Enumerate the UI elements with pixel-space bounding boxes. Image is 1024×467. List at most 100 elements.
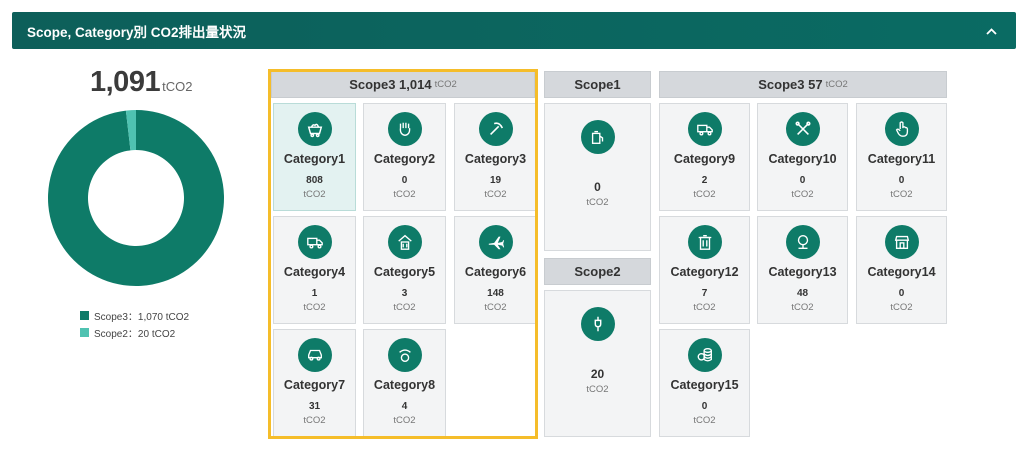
legend-item-scope2: Scope2：20 tCO2: [80, 324, 189, 341]
category-tile-10[interactable]: Category10 0 tCO2: [757, 103, 848, 211]
legend-swatch-scope2: [80, 328, 89, 337]
shop-icon: [884, 225, 919, 259]
category-tile-14[interactable]: Category14 0 tCO2: [856, 216, 947, 324]
group-title: Scope3 57: [758, 77, 823, 92]
panel-title: Scope, Category別 CO2排出量状況: [27, 24, 247, 40]
category-tile-9[interactable]: Category9 2 tCO2: [659, 103, 750, 211]
group-title: Scope1: [574, 77, 621, 92]
group-header-scope3-upstream: Scope3 1,014 tCO2: [271, 71, 535, 98]
category-unit: tCO2: [693, 415, 716, 426]
legend-item-scope3: Scope3：1,070 tCO2: [80, 307, 189, 324]
category-value: 0: [898, 288, 905, 299]
category-tile-12[interactable]: Category12 7 tCO2: [659, 216, 750, 324]
chevron-up-icon[interactable]: [981, 23, 1001, 38]
recycle-bin-icon: [687, 225, 722, 259]
car-icon: [297, 338, 332, 372]
category-unit: tCO2: [393, 415, 416, 426]
category-name: Category6: [464, 265, 527, 279]
truck-icon: [687, 112, 722, 146]
scope-value: 0: [594, 180, 601, 194]
total-emissions: 1,091 tCO2: [90, 66, 192, 99]
category-unit: tCO2: [693, 302, 716, 313]
group-title: Scope2: [574, 264, 621, 279]
plug-icon: [580, 307, 615, 341]
category-unit: tCO2: [303, 302, 326, 313]
category-unit: tCO2: [890, 302, 913, 313]
group-unit: tCO2: [434, 79, 457, 90]
category-tile-15[interactable]: Category15 0 tCO2: [659, 329, 750, 437]
category-name: Category8: [373, 378, 436, 392]
legend-swatch-scope3: [80, 311, 89, 320]
category-name: Category3: [464, 152, 527, 166]
category-value: 19: [489, 175, 502, 186]
category-value: 3: [401, 288, 408, 299]
category-tile-2[interactable]: Category2 0 tCO2: [363, 103, 446, 211]
legend-label-scope2: Scope2：20 tCO2: [94, 329, 176, 340]
category-value: 2: [701, 175, 708, 186]
category-unit: tCO2: [791, 302, 814, 313]
category-name: Category9: [673, 152, 736, 166]
legend-label-scope3: Scope3：1,070 tCO2: [94, 312, 190, 323]
fuel-pump-icon: [580, 120, 615, 154]
category-unit: tCO2: [484, 302, 507, 313]
category-unit: tCO2: [303, 415, 326, 426]
category-tile-3[interactable]: Category3 19 tCO2: [454, 103, 537, 211]
group-header-scope1: Scope1: [544, 71, 651, 98]
tools-icon: [785, 112, 820, 146]
category-name: Category12: [670, 265, 739, 279]
category-tile-1[interactable]: Category1 808 tCO2: [273, 103, 356, 211]
scope1-tile[interactable]: 0 tCO2: [544, 103, 651, 251]
recycle-bin-icon: [387, 225, 422, 259]
category-name: Category7: [283, 378, 346, 392]
hand-pointer-icon: [884, 112, 919, 146]
category-tile-8[interactable]: Category8 4 tCO2: [363, 329, 446, 437]
category-name: Category5: [373, 265, 436, 279]
category-name: Category1: [283, 152, 346, 166]
category-unit: tCO2: [484, 189, 507, 200]
category-tile-13[interactable]: Category13 48 tCO2: [757, 216, 848, 324]
group-title: Scope3 1,014: [349, 77, 432, 92]
group-header-scope2: Scope2: [544, 258, 651, 285]
category-value: 0: [898, 175, 905, 186]
donut-chart: [48, 110, 225, 286]
category-unit: tCO2: [303, 189, 326, 200]
category-tile-4[interactable]: Category4 1 tCO2: [273, 216, 356, 324]
category-value: 0: [401, 175, 408, 186]
category-name: Category10: [768, 152, 837, 166]
category-name: Category2: [373, 152, 436, 166]
category-value: 0: [701, 401, 708, 412]
cloud-fuel-icon: [387, 338, 422, 372]
scope-value: 20: [590, 367, 605, 381]
category-name: Category4: [283, 265, 346, 279]
scope2-tile[interactable]: 20 tCO2: [544, 290, 651, 437]
category-tile-11[interactable]: Category11 0 tCO2: [856, 103, 947, 211]
category-value: 808: [306, 175, 323, 186]
category-tile-5[interactable]: Category5 3 tCO2: [363, 216, 446, 324]
truck-icon: [297, 225, 332, 259]
total-unit: tCO2: [162, 79, 193, 94]
category-tile-7[interactable]: Category7 31 tCO2: [273, 329, 356, 437]
airplane-icon: [478, 225, 513, 259]
hand-icon: [387, 112, 422, 146]
panel-header: Scope, Category別 CO2排出量状況: [12, 12, 1016, 49]
group-header-scope3-downstream: Scope3 57 tCO2: [659, 71, 947, 98]
building-icon: [785, 225, 820, 259]
coins-icon: [687, 338, 722, 372]
chart-legend: Scope3：1,070 tCO2 Scope2：20 tCO2: [80, 307, 189, 341]
pickaxe-icon: [478, 112, 513, 146]
category-value: 7: [701, 288, 708, 299]
category-unit: tCO2: [393, 189, 416, 200]
category-unit: tCO2: [791, 189, 814, 200]
group-unit: tCO2: [825, 79, 848, 90]
category-value: 31: [308, 401, 321, 412]
category-name: Category13: [768, 265, 837, 279]
category-name: Category15: [670, 378, 739, 392]
category-value: 48: [796, 288, 809, 299]
category-value: 0: [799, 175, 806, 186]
category-tile-6[interactable]: Category6 148 tCO2: [454, 216, 537, 324]
category-unit: tCO2: [393, 302, 416, 313]
scope-unit: tCO2: [586, 197, 609, 208]
category-value: 148: [487, 288, 504, 299]
category-unit: tCO2: [890, 189, 913, 200]
cart-icon: [297, 112, 332, 146]
